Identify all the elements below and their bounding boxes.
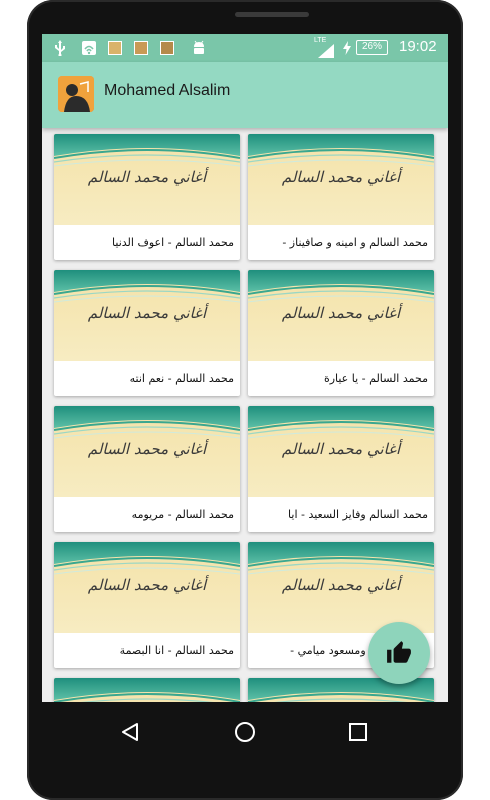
thumbnail-title: أغاني محمد السالم — [87, 168, 207, 186]
app-title: Mohamed Alsalim — [104, 82, 231, 99]
song-card[interactable]: أغاني محمد السالم محمد السالم - نعم انته — [54, 270, 240, 396]
thumbnail-title: أغاني محمد السالم — [281, 576, 401, 594]
home-icon[interactable] — [234, 721, 256, 743]
song-title: محمد السالم - اعوف الدنيا — [112, 236, 234, 249]
thumbnail-image — [54, 678, 240, 702]
like-fab[interactable] — [368, 622, 430, 684]
notification-icon-3 — [134, 41, 148, 55]
thumbnail-title: أغاني محمد السالم — [87, 304, 207, 322]
song-title: محمد السالم - مريومه — [131, 508, 234, 521]
navigation-bar — [42, 702, 448, 762]
song-title: محمد السالم - نعم انته — [129, 372, 234, 385]
notification-icon-4 — [160, 41, 174, 55]
thumbs-up-icon — [387, 641, 411, 663]
battery-icon: 26% — [356, 40, 388, 55]
song-card-partial[interactable] — [54, 678, 240, 702]
song-card[interactable]: أغاني محمد السالم محمد السالم و امينه و ص… — [248, 134, 434, 260]
battery-level: 26% — [361, 41, 382, 52]
thumbnail-title: أغاني محمد السالم — [281, 304, 401, 322]
usb-icon — [55, 40, 65, 56]
thumbnail-title: أغاني محمد السالم — [87, 440, 207, 458]
thumbnail-title: أغاني محمد السالم — [281, 440, 401, 458]
app-logo[interactable] — [58, 76, 94, 112]
song-title: محمد السالم - يا عيارة — [323, 372, 428, 385]
song-card[interactable]: أغاني محمد السالم محمد السالم - انا البصم… — [54, 542, 240, 668]
app-bar: Mohamed Alsalim — [42, 62, 448, 128]
android-icon — [194, 40, 204, 54]
charging-icon — [343, 41, 351, 55]
screen: LTE 26% 19:02 Mohamed Alsalim أغاني محمد… — [42, 34, 448, 702]
thumbnail-title: أغاني محمد السالم — [281, 168, 401, 186]
song-card[interactable]: أغاني محمد السالم محمد السالم - اعوف الدن… — [54, 134, 240, 260]
notification-icon-2 — [108, 41, 122, 55]
thumbnail-title: أغاني محمد السالم — [87, 576, 207, 594]
song-title: محمد السالم - انا البصمة — [119, 644, 234, 657]
clock: 19:02 — [399, 38, 437, 55]
song-title: محمد السالم وفايز السعيد - ايا — [288, 508, 428, 521]
recents-icon[interactable] — [348, 722, 368, 742]
song-title: محمد السالم و امينه و صافيناز - — [282, 236, 428, 249]
song-card[interactable]: أغاني محمد السالم محمد السالم - مريومه — [54, 406, 240, 532]
back-icon[interactable] — [120, 722, 140, 742]
signal-icon — [318, 44, 334, 58]
speaker-grille — [235, 12, 309, 17]
song-card[interactable]: أغاني محمد السالم محمد السالم وفايز السعي… — [248, 406, 434, 532]
notification-icon-1 — [82, 41, 96, 55]
status-bar: LTE 26% 19:02 — [42, 34, 448, 62]
network-type: LTE — [314, 37, 327, 44]
song-card[interactable]: أغاني محمد السالم محمد السالم - يا عيارة — [248, 270, 434, 396]
